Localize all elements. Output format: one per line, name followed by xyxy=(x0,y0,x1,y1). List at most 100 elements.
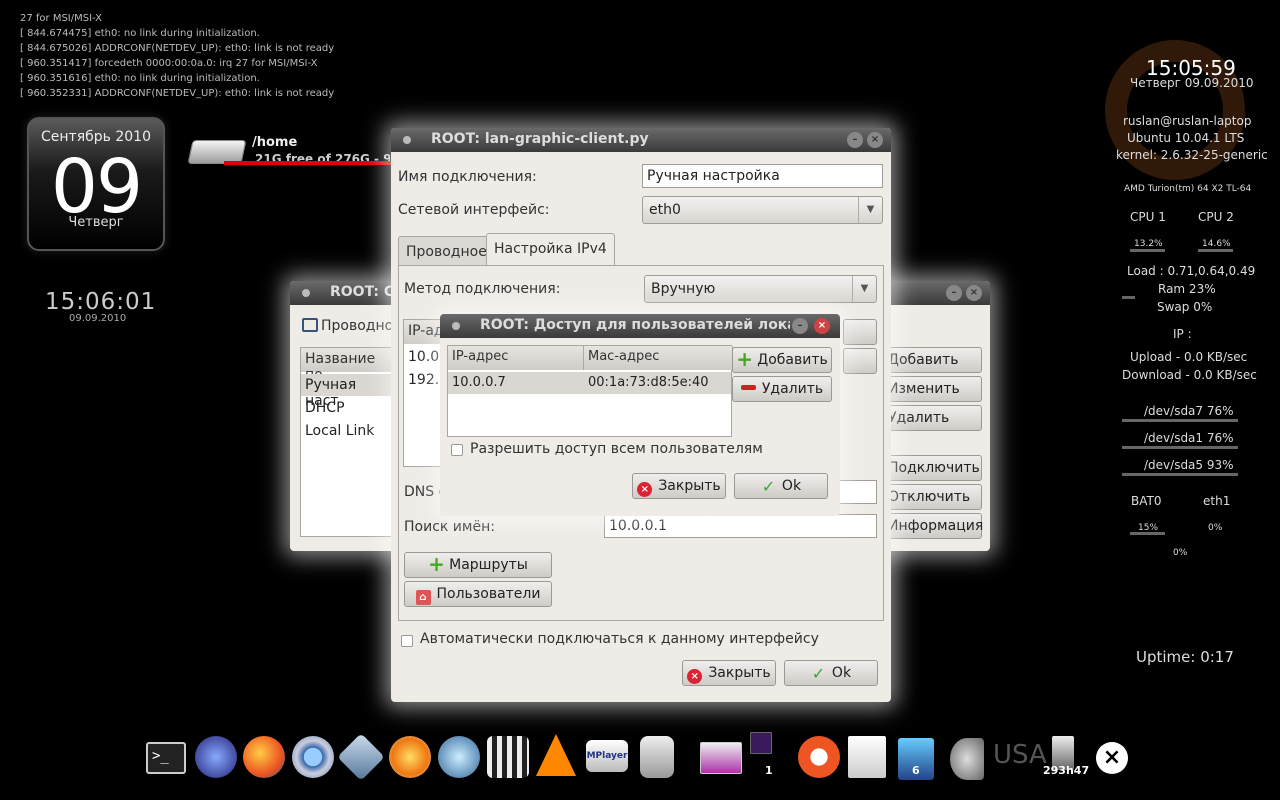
ram-bar xyxy=(1122,296,1135,299)
connect-button[interactable]: Подключить xyxy=(882,455,982,481)
conky-cpu-model: AMD Turion(tm) 64 X2 TL-64 xyxy=(1124,184,1252,194)
search-domain-input[interactable]: 10.0.0.1 xyxy=(604,514,877,538)
list-item[interactable]: DHCP xyxy=(301,397,391,419)
close-button[interactable]: × Закрыть xyxy=(682,660,776,686)
network-globe-icon[interactable] xyxy=(195,736,237,778)
method-select[interactable]: Вручную ▼ xyxy=(644,275,877,303)
keyboard-layout-icon[interactable]: USA xyxy=(993,740,1047,770)
minimize-icon[interactable]: – xyxy=(847,132,863,148)
conky-upload: Upload - 0.0 KB/sec xyxy=(1130,350,1248,364)
virtualbox-icon[interactable] xyxy=(337,733,385,781)
calendar-month: Сентябрь 2010 xyxy=(41,129,151,145)
conky-ram: Ram 23% xyxy=(1158,282,1216,296)
calendar-day: 09 xyxy=(50,144,143,230)
chevron-down-icon: ▼ xyxy=(852,276,876,302)
tab-wired[interactable]: Проводное xyxy=(398,236,495,266)
main-window-titlebar[interactable]: ROOT: lan-graphic-client.py – × xyxy=(391,128,891,152)
window-list-icon[interactable] xyxy=(700,742,742,774)
window-menu-icon[interactable] xyxy=(403,136,411,144)
dialog-add-button[interactable]: + Добавить xyxy=(732,347,832,373)
minimize-icon[interactable]: – xyxy=(792,318,808,334)
table-row[interactable]: 10.0.0.7 00:1a:73:d8:5e:40 xyxy=(448,372,731,394)
close-circle-icon: × xyxy=(687,669,703,684)
burner-icon[interactable] xyxy=(389,736,431,778)
users-button[interactable]: ⌂ Пользователи xyxy=(404,581,552,607)
pidgin-icon[interactable] xyxy=(438,736,480,778)
desktop-date: 09.09.2010 xyxy=(69,313,127,324)
close-icon[interactable]: × xyxy=(814,318,830,334)
home-drive-free: 21G free of 276G - 93% xyxy=(255,152,390,161)
disk-3-bar xyxy=(1122,473,1238,476)
ubuntu-icon[interactable] xyxy=(798,736,840,778)
back-tab[interactable]: Проводно xyxy=(302,318,393,334)
allow-all-label: Разрешить доступ всем пользователям xyxy=(470,441,763,457)
conn-name-input[interactable]: Ручная настройка xyxy=(642,164,883,188)
home-drive-label: /home xyxy=(252,135,298,150)
list-item[interactable]: Ручная наст xyxy=(301,374,391,409)
ip-column-header: IP-адрес xyxy=(448,346,584,370)
dialog-close-button[interactable]: × Закрыть xyxy=(632,473,726,499)
iface-select[interactable]: eth0 ▼ xyxy=(642,196,883,224)
conky-eth-value: 0% xyxy=(1208,523,1223,533)
cpu1-bar xyxy=(1130,249,1165,252)
log-line: [ 960.351417] forcedeth 0000:00:0a.0: ir… xyxy=(20,58,318,69)
hidden-side-button[interactable] xyxy=(843,319,877,345)
search-label: Поиск имён: xyxy=(404,519,495,535)
user-access-dialog: ROOT: Доступ для пользователей лока – × … xyxy=(440,314,840,516)
auto-connect-checkbox[interactable] xyxy=(401,635,413,647)
ok-button[interactable]: ✓ Ok xyxy=(784,660,878,686)
dialog-titlebar[interactable]: ROOT: Доступ для пользователей лока – × xyxy=(440,314,840,338)
terminal-icon[interactable]: >_ xyxy=(146,742,186,774)
checkmark-icon: ✓ xyxy=(811,664,826,683)
disk-icon[interactable] xyxy=(640,736,674,778)
disk-1-bar xyxy=(1122,419,1238,422)
close-icon[interactable]: × xyxy=(966,285,982,301)
iface-select-value: eth0 xyxy=(649,202,681,218)
dialog-add-label: Добавить xyxy=(757,352,828,368)
routes-button[interactable]: + Маршруты xyxy=(404,552,552,578)
list-item[interactable]: Local Link xyxy=(301,420,391,442)
checkmark-icon: ✓ xyxy=(761,477,776,496)
disconnect-button[interactable]: Отключить xyxy=(882,484,982,510)
hidden-side-button[interactable] xyxy=(843,348,877,374)
connections-list-header: Название по xyxy=(301,348,393,383)
dialog-remove-button[interactable]: Удалить xyxy=(732,376,832,402)
dialog-title: ROOT: Доступ для пользователей лока xyxy=(480,317,790,333)
dns-input[interactable] xyxy=(837,480,877,504)
volume-icon[interactable] xyxy=(950,738,984,780)
minimize-icon[interactable]: – xyxy=(946,285,962,301)
method-label: Метод подключения: xyxy=(404,281,561,297)
dialog-ok-button[interactable]: ✓ Ok xyxy=(734,473,828,499)
video-editor-icon[interactable] xyxy=(487,736,529,778)
conky-kernel: kernel: 2.6.32-25-generic xyxy=(1116,148,1268,162)
access-table[interactable]: IP-адрес Mac-адрес 10.0.0.7 00:1a:73:d8:… xyxy=(447,345,733,437)
window-menu-icon[interactable] xyxy=(302,289,310,297)
window-menu-icon[interactable] xyxy=(452,322,460,330)
text-editor-icon[interactable] xyxy=(848,736,886,778)
add-connection-button[interactable]: Добавить xyxy=(882,347,982,373)
info-button[interactable]: Информация xyxy=(882,513,983,539)
delete-connection-button[interactable]: Удалить xyxy=(882,405,982,431)
allow-all-checkbox[interactable] xyxy=(451,444,463,456)
iface-label: Сетевой интерфейс: xyxy=(398,202,550,218)
conky-eth-label: eth1 xyxy=(1203,494,1231,508)
conky-cpu1-value: 13.2% xyxy=(1134,239,1163,249)
method-select-value: Вручную xyxy=(651,281,716,297)
workspace-icon[interactable] xyxy=(750,732,772,754)
chromium-icon[interactable] xyxy=(292,736,334,778)
close-icon[interactable]: × xyxy=(867,132,883,148)
conky-ip: IP : xyxy=(1173,327,1192,341)
quit-icon[interactable]: × xyxy=(1096,742,1128,774)
network-icon xyxy=(302,318,318,332)
dialog-ok-label: Ok xyxy=(781,478,802,494)
vlc-icon[interactable] xyxy=(536,734,576,776)
edit-connection-button[interactable]: Изменить xyxy=(882,376,982,402)
row-mac: 00:1a:73:d8:5e:40 xyxy=(588,375,709,390)
conky-bat-label: BAT0 xyxy=(1131,494,1162,508)
conky-cpu2-value: 14.6% xyxy=(1202,239,1231,249)
mplayer-icon[interactable]: MPlayer xyxy=(586,740,628,772)
conn-name-label: Имя подключения: xyxy=(398,169,537,185)
tab-ipv4[interactable]: Настройка IPv4 xyxy=(486,233,615,266)
firefox-icon[interactable] xyxy=(243,736,285,778)
connections-list[interactable]: Название по Ручная наст DHCP Local Link xyxy=(300,347,393,537)
